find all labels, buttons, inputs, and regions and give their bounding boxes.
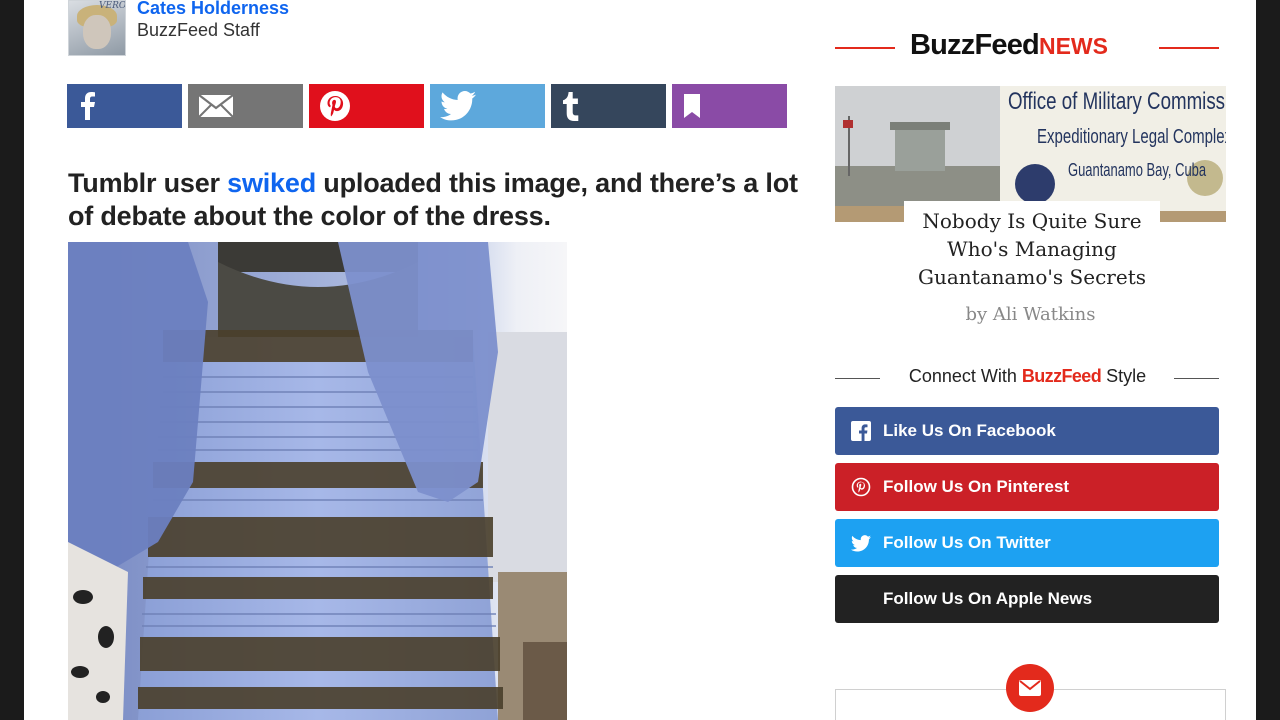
follow-twitter-label: Follow Us On Twitter (883, 533, 1051, 552)
sign-line-3: Guantanamo Bay, Cuba (1068, 160, 1207, 180)
author-avatar[interactable]: VERO (68, 0, 126, 56)
avatar-text: VERO (99, 1, 126, 11)
brand-primary: BuzzFeed (910, 29, 1040, 61)
bookmark-icon (684, 94, 700, 118)
connect-brand: BuzzFeed (1021, 366, 1102, 386)
email-icon (198, 94, 234, 118)
share-tumblr-button[interactable] (551, 84, 666, 128)
sign-line-1: Office of Military Commissio (1008, 88, 1226, 115)
share-email-button[interactable] (188, 84, 303, 128)
brand-secondary: NEWS (1038, 33, 1108, 59)
twitter-icon (851, 533, 871, 553)
buzzfeed-news-logo[interactable]: BuzzFeedNEWS (910, 29, 1108, 62)
share-facebook-button[interactable] (67, 84, 182, 128)
article-page: VERO Cates Holderness BuzzFeed Staff Tum… (24, 0, 1256, 720)
follow-pinterest-label: Follow Us On Pinterest (883, 477, 1070, 496)
facebook-icon (851, 421, 871, 441)
dress-photo[interactable] (68, 242, 567, 720)
tumblr-icon (563, 92, 579, 121)
share-twitter-button[interactable] (430, 84, 545, 128)
lead-text-before: Tumblr user (68, 168, 228, 198)
connect-header: Connect With BuzzFeed Style (835, 364, 1220, 392)
share-bookmark-button[interactable] (672, 84, 787, 128)
facebook-icon (81, 92, 95, 120)
sign-line-2: Expeditionary Legal Complex (1037, 126, 1226, 148)
swiked-user-link[interactable]: swiked (227, 168, 316, 198)
twitter-icon (440, 91, 476, 121)
apple-icon (851, 589, 871, 609)
share-pinterest-button[interactable] (309, 84, 424, 128)
dress-illustration (68, 242, 567, 720)
follow-apple-news-label: Follow Us On Apple News (883, 589, 1093, 608)
follow-apple-news-button[interactable]: Follow Us On Apple News (835, 575, 1219, 623)
follow-facebook-label: Like Us On Facebook (883, 421, 1056, 440)
author-role: BuzzFeed Staff (137, 20, 260, 40)
connect-prefix: Connect With (908, 366, 1022, 386)
pinterest-icon (320, 91, 350, 121)
pinterest-icon (851, 477, 871, 497)
connect-text: Connect With BuzzFeed Style (835, 366, 1220, 387)
buzzfeed-news-header: BuzzFeedNEWS (835, 26, 1220, 66)
promo-byline: by Ali Watkins (965, 304, 1096, 325)
connect-suffix: Style (1101, 366, 1147, 386)
promo-title-link[interactable]: Nobody Is Quite Sure Who's Managing Guan… (904, 201, 1160, 291)
email-icon[interactable] (1006, 664, 1054, 712)
follow-twitter-button[interactable]: Follow Us On Twitter (835, 519, 1219, 567)
follow-facebook-button[interactable]: Like Us On Facebook (835, 407, 1219, 455)
author-name-link[interactable]: Cates Holderness (137, 0, 289, 19)
follow-pinterest-button[interactable]: Follow Us On Pinterest (835, 463, 1219, 511)
article-lead-text: Tumblr user swiked uploaded this image, … (68, 167, 818, 233)
